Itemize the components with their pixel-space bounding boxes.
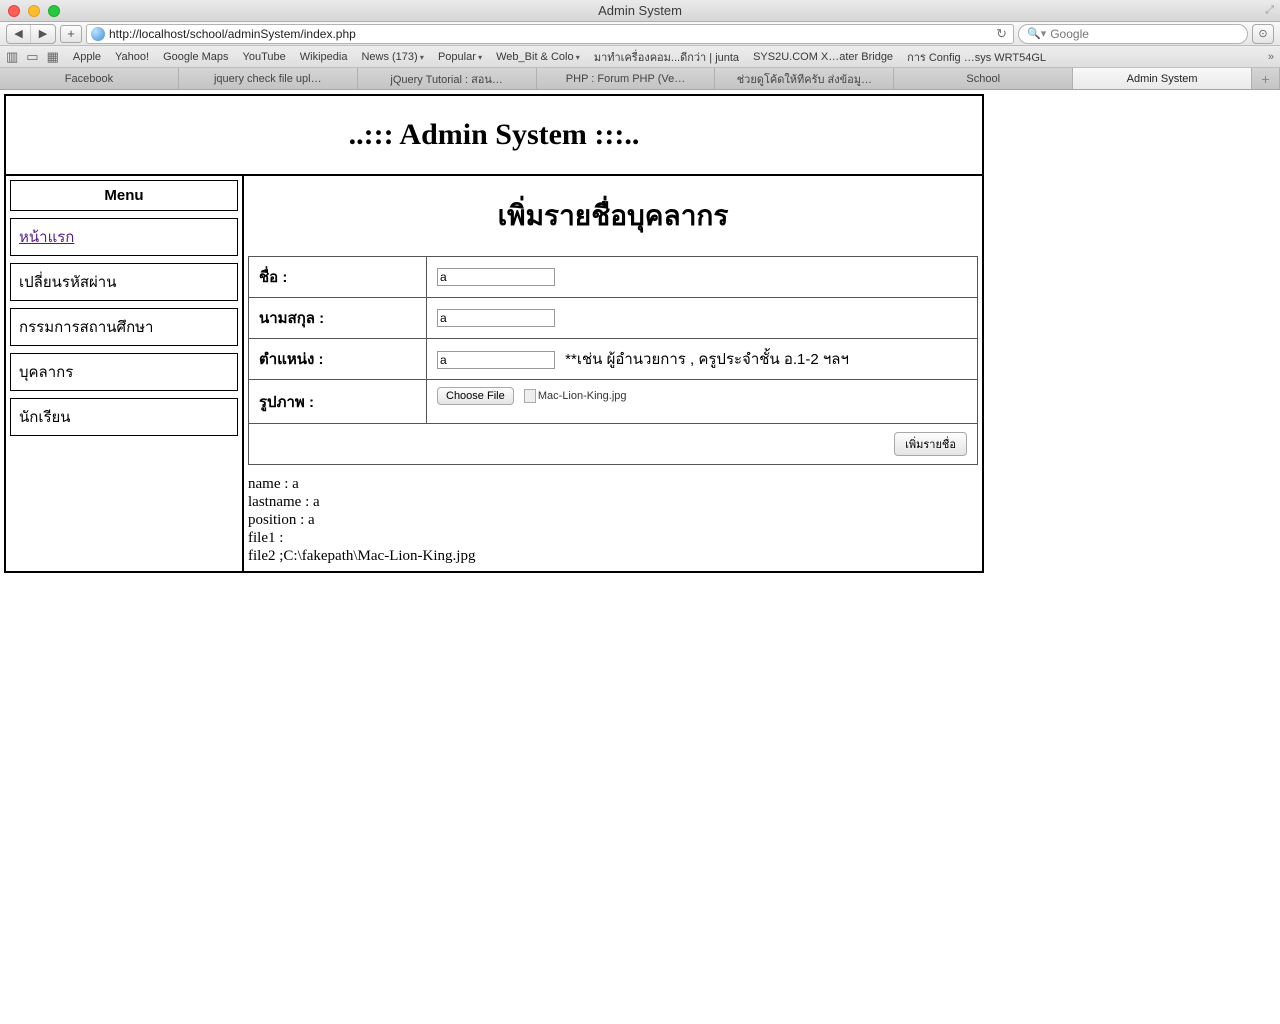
label-lastname: นามสกุล : bbox=[249, 298, 427, 339]
reading-list-icon[interactable]: ▭ bbox=[26, 49, 38, 65]
bookmark-sys2u[interactable]: SYS2U.COM X…ater Bridge bbox=[753, 51, 893, 63]
main-panel: เพิ่มรายชื่อบุคลากร ชื่อ : นามสกุล : ตำแ… bbox=[244, 176, 982, 571]
sidebar-item-committee[interactable]: กรรมการสถานศึกษา bbox=[10, 308, 238, 346]
minimize-window-button[interactable] bbox=[28, 5, 40, 17]
tab-help-code[interactable]: ช่วยดูโค้ดให้ทีครับ ส่งข้อมู… bbox=[715, 68, 894, 89]
bookmark-news[interactable]: News (173) bbox=[361, 51, 424, 63]
add-bookmark-button[interactable]: + bbox=[60, 25, 82, 43]
position-hint: **เช่น ผู้อำนวยการ , ครูประจำชั้น อ.1-2 … bbox=[565, 351, 849, 368]
row-photo: รูปภาพ : Choose File Mac-Lion-King.jpg bbox=[249, 380, 978, 424]
selected-file: Mac-Lion-King.jpg bbox=[524, 390, 627, 402]
new-tab-button[interactable]: + bbox=[1252, 68, 1280, 89]
sidebar: Menu หน้าแรก เปลี่ยนรหัสผ่าน กรรมการสถาน… bbox=[6, 176, 244, 571]
sidebar-link-home[interactable]: หน้าแรก bbox=[19, 229, 74, 246]
input-name[interactable] bbox=[437, 268, 555, 286]
forward-button[interactable]: ▶ bbox=[31, 25, 55, 43]
back-button[interactable]: ◀ bbox=[7, 25, 31, 43]
bookmark-googlemaps[interactable]: Google Maps bbox=[163, 51, 228, 63]
debug-name: name : a bbox=[248, 475, 978, 493]
bookmark-junta[interactable]: มาทำเครื่องคอม...ดีกว่า | junta bbox=[594, 48, 739, 66]
browser-toolbar: ◀ ▶ + ↻ 🔍▾ ⊙ bbox=[0, 22, 1280, 46]
sidebar-item-changepass[interactable]: เปลี่ยนรหัสผ่าน bbox=[10, 263, 238, 301]
page-body: Menu หน้าแรก เปลี่ยนรหัสผ่าน กรรมการสถาน… bbox=[6, 176, 982, 571]
traffic-lights bbox=[8, 5, 60, 17]
window-titlebar: Admin System ⤢ bbox=[0, 0, 1280, 22]
debug-lastname: lastname : a bbox=[248, 493, 978, 511]
report-bug-button[interactable]: ⊙ bbox=[1252, 24, 1274, 44]
choose-file-button[interactable]: Choose File bbox=[437, 387, 514, 405]
sidebar-item-student[interactable]: นักเรียน bbox=[10, 398, 238, 436]
search-box[interactable]: 🔍▾ bbox=[1018, 24, 1248, 44]
bookmark-wrt54gl[interactable]: การ Config …sys WRT54GL bbox=[907, 48, 1046, 66]
row-lastname: นามสกุล : bbox=[249, 298, 978, 339]
sidebar-item-staff[interactable]: บุคลากร bbox=[10, 353, 238, 391]
bookmark-popular[interactable]: Popular bbox=[438, 51, 482, 63]
bookmark-youtube[interactable]: YouTube bbox=[243, 51, 286, 63]
page-title: ..::: Admin System :::.. bbox=[6, 118, 982, 152]
debug-output: name : a lastname : a position : a file1… bbox=[248, 475, 978, 565]
expand-icon[interactable]: ⤢ bbox=[1265, 4, 1274, 17]
row-position: ตำแหน่ง : **เช่น ผู้อำนวยการ , ครูประจำช… bbox=[249, 339, 978, 380]
row-name: ชื่อ : bbox=[249, 257, 978, 298]
zoom-window-button[interactable] bbox=[48, 5, 60, 17]
bookmark-utility-icons: ▥ ▭ ▦ bbox=[6, 49, 59, 65]
site-icon bbox=[91, 27, 105, 41]
sidebar-item-home[interactable]: หน้าแรก bbox=[10, 218, 238, 256]
tab-bar: Facebook jquery check file upl… jQuery T… bbox=[0, 68, 1280, 90]
tab-php-forum[interactable]: PHP : Forum PHP (Ve… bbox=[537, 68, 716, 89]
tab-school[interactable]: School bbox=[894, 68, 1073, 89]
tab-jquery-check[interactable]: jquery check file upl… bbox=[179, 68, 358, 89]
debug-file2: file2 ;C:\fakepath\Mac-Lion-King.jpg bbox=[248, 547, 978, 565]
search-input[interactable] bbox=[1050, 27, 1239, 41]
outer-frame: ..::: Admin System :::.. Menu หน้าแรก เป… bbox=[4, 94, 984, 573]
file-icon bbox=[524, 389, 536, 403]
tab-jquery-tutorial[interactable]: jQuery Tutorial : สอน… bbox=[358, 68, 537, 89]
label-photo: รูปภาพ : bbox=[249, 380, 427, 424]
topsites-icon[interactable]: ▦ bbox=[47, 49, 59, 65]
label-name: ชื่อ : bbox=[249, 257, 427, 298]
reload-button[interactable]: ↻ bbox=[996, 26, 1007, 42]
form-heading: เพิ่มรายชื่อบุคลากร bbox=[248, 194, 978, 238]
bookmark-wikipedia[interactable]: Wikipedia bbox=[300, 51, 348, 63]
bookmark-yahoo[interactable]: Yahoo! bbox=[115, 51, 149, 63]
bookmark-apple[interactable]: Apple bbox=[73, 51, 101, 63]
show-bookmarks-icon[interactable]: ▥ bbox=[6, 49, 18, 65]
label-position: ตำแหน่ง : bbox=[249, 339, 427, 380]
page-header: ..::: Admin System :::.. bbox=[6, 96, 982, 176]
bookmarks-overflow[interactable]: » bbox=[1268, 51, 1274, 63]
sidebar-menu-header: Menu bbox=[10, 180, 238, 211]
form-table: ชื่อ : นามสกุล : ตำแหน่ง : **เช่น ผู้อำน… bbox=[248, 256, 978, 465]
nav-buttons: ◀ ▶ bbox=[6, 24, 56, 44]
input-position[interactable] bbox=[437, 351, 555, 369]
address-bar[interactable]: ↻ bbox=[86, 24, 1014, 44]
debug-file1: file1 : bbox=[248, 529, 978, 547]
tab-admin-system[interactable]: Admin System bbox=[1073, 68, 1252, 89]
row-submit: เพิ่มรายชื่อ bbox=[249, 424, 978, 465]
close-window-button[interactable] bbox=[8, 5, 20, 17]
window-title: Admin System bbox=[598, 3, 682, 18]
search-icon: 🔍▾ bbox=[1027, 27, 1046, 40]
url-input[interactable] bbox=[109, 27, 990, 41]
page-content: ..::: Admin System :::.. Menu หน้าแรก เป… bbox=[0, 90, 1280, 577]
bookmark-webbit[interactable]: Web_Bit & Colo bbox=[496, 51, 580, 63]
tab-facebook[interactable]: Facebook bbox=[0, 68, 179, 89]
bookmarks-bar: ▥ ▭ ▦ Apple Yahoo! Google Maps YouTube W… bbox=[0, 46, 1280, 68]
debug-position: position : a bbox=[248, 511, 978, 529]
submit-button[interactable]: เพิ่มรายชื่อ bbox=[894, 432, 967, 456]
input-lastname[interactable] bbox=[437, 309, 555, 327]
